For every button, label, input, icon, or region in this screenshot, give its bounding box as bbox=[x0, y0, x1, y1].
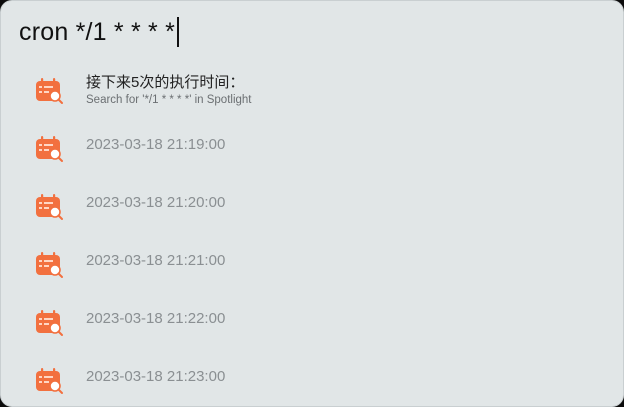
result-subtitle: Search for '*/1 * * * *' in Spotlight bbox=[86, 94, 252, 106]
calendar-search-icon bbox=[36, 252, 63, 278]
calendar-search-icon bbox=[36, 136, 63, 162]
result-time: 2023-03-18 21:20:00 bbox=[86, 194, 226, 211]
spotlight-window: cron */1 * * * * 接下来5次的执行时间： Search for … bbox=[0, 0, 624, 407]
text-caret bbox=[177, 17, 180, 47]
result-time: 2023-03-18 21:19:00 bbox=[86, 136, 226, 153]
calendar-search-icon bbox=[36, 78, 63, 104]
result-header-row[interactable]: 接下来5次的执行时间： Search for '*/1 * * * *' in … bbox=[1, 61, 623, 117]
result-time: 2023-03-18 21:22:00 bbox=[86, 310, 226, 327]
result-row[interactable]: 2023-03-18 21:22:00 bbox=[1, 293, 623, 349]
search-input[interactable]: cron */1 * * * * bbox=[19, 15, 180, 49]
search-query: cron */1 * * * * bbox=[19, 17, 176, 46]
result-row[interactable]: 2023-03-18 21:19:00 bbox=[1, 119, 623, 175]
result-time: 2023-03-18 21:21:00 bbox=[86, 252, 226, 269]
search-bar: cron */1 * * * * bbox=[1, 1, 623, 61]
calendar-search-icon bbox=[36, 310, 63, 336]
result-row[interactable]: 2023-03-18 21:20:00 bbox=[1, 177, 623, 233]
calendar-search-icon bbox=[36, 368, 63, 394]
result-row[interactable]: 2023-03-18 21:21:00 bbox=[1, 235, 623, 291]
result-title: 接下来5次的执行时间： bbox=[86, 74, 245, 91]
result-time: 2023-03-18 21:23:00 bbox=[86, 368, 226, 385]
result-row[interactable]: 2023-03-18 21:23:00 bbox=[1, 351, 623, 406]
calendar-search-icon bbox=[36, 194, 63, 220]
